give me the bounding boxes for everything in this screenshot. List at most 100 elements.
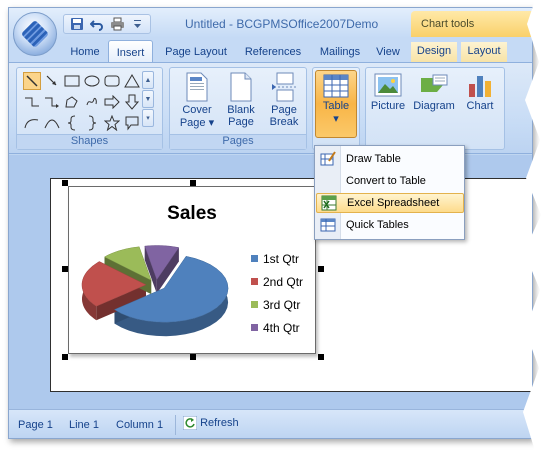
status-page: Page 1 <box>18 419 53 431</box>
gallery-scroll-up-icon[interactable]: ▲ <box>142 71 154 89</box>
elbow-arrow-icon[interactable] <box>43 93 61 111</box>
rounded-rectangle-shape-icon[interactable] <box>103 72 121 90</box>
chart-label: Chart <box>466 100 494 112</box>
tab-home[interactable]: Home <box>65 43 105 62</box>
picture-label: Picture <box>370 100 406 112</box>
table-label: Table <box>322 100 350 112</box>
menu-item-label: Convert to Table <box>346 175 426 187</box>
ribbon-panel: ▲ ▼ ▾ Shapes Cover Page ▾ Blank Page Pag… <box>9 62 532 154</box>
legend-label: 3rd Qtr <box>263 297 301 312</box>
office-logo-icon <box>20 19 50 49</box>
legend-item: 3rd Qtr <box>251 293 303 316</box>
legend-label: 2nd Qtr <box>263 274 304 289</box>
diagram-button[interactable]: Diagram <box>412 72 456 132</box>
excel-spreadsheet-icon <box>317 195 341 211</box>
blank-page-button[interactable]: Blank Page <box>222 72 260 132</box>
menu-item-excel-spreadsheet[interactable]: Excel Spreadsheet <box>316 193 464 213</box>
customize-qat-icon[interactable] <box>128 16 146 32</box>
pages-group-label: Pages <box>170 134 306 149</box>
menu-item-convert-to-table[interactable]: Convert to Table <box>316 171 464 191</box>
resize-handle[interactable] <box>190 180 196 186</box>
chart-legend: 1st Qtr 2nd Qtr 3rd Qtr 4th Qtr <box>251 247 303 339</box>
gallery-scroll-down-icon[interactable]: ▼ <box>142 90 154 108</box>
cover-page-button[interactable]: Cover Page ▾ <box>176 72 218 132</box>
torn-edge-decoration <box>523 0 543 451</box>
picture-button[interactable]: Picture <box>368 72 408 132</box>
refresh-button[interactable]: Refresh <box>182 415 239 431</box>
legend-label: 4th Qtr <box>263 320 300 335</box>
legend-swatch <box>251 324 258 331</box>
cover-page-label-1: Cover <box>182 104 212 116</box>
title-bar: Untitled - BCGPMSOffice2007Demo Chart to… <box>9 8 532 38</box>
table-button[interactable]: Table ▾ <box>315 70 357 138</box>
legend-swatch <box>251 255 258 262</box>
picture-icon <box>374 73 402 97</box>
resize-handle[interactable] <box>62 354 68 360</box>
print-icon[interactable] <box>108 16 126 32</box>
menu-item-quick-tables[interactable]: Quick Tables <box>316 215 464 235</box>
tab-references[interactable]: References <box>240 43 306 62</box>
tab-insert[interactable]: Insert <box>108 40 153 63</box>
tab-page-layout[interactable]: Page Layout <box>161 43 231 62</box>
gallery-more-icon[interactable]: ▾ <box>142 109 154 127</box>
tab-view[interactable]: View <box>373 43 403 62</box>
elbow-connector-icon[interactable] <box>23 93 41 111</box>
arc-shape-icon[interactable] <box>23 114 41 132</box>
undo-icon[interactable] <box>88 16 106 32</box>
blank-page-label-2: Page <box>228 116 254 128</box>
menu-item-label: Quick Tables <box>346 219 409 231</box>
resize-handle[interactable] <box>190 354 196 360</box>
page-break-button[interactable]: Page Break <box>264 72 304 132</box>
tables-group: Table ▾ <box>312 67 360 150</box>
shapes-gallery-scroll: ▲ ▼ ▾ <box>142 71 154 128</box>
arrow-shape-icon[interactable] <box>43 72 61 90</box>
oval-shape-icon[interactable] <box>83 72 101 90</box>
status-column: Column 1 <box>116 419 164 431</box>
legend-swatch <box>251 301 258 308</box>
callout-shape-icon[interactable] <box>123 114 141 132</box>
status-bar: Page 1 Line 1 Column 1 Refresh <box>9 409 532 438</box>
office-button[interactable] <box>13 12 57 56</box>
legend-item: 4th Qtr <box>251 316 303 339</box>
rectangle-shape-icon[interactable] <box>63 72 81 90</box>
status-line: Line 1 <box>69 419 99 431</box>
table-dropdown-icon: ▾ <box>333 113 339 125</box>
status-separator <box>175 415 176 435</box>
tab-mailings[interactable]: Mailings <box>315 43 365 62</box>
freeform-shape-icon[interactable] <box>63 93 81 111</box>
shapes-group: ▲ ▼ ▾ Shapes <box>16 67 163 150</box>
table-icon <box>323 74 349 98</box>
page-break-label-1: Page <box>271 104 297 116</box>
chart-icon <box>469 76 491 97</box>
blank-page-icon <box>230 72 252 102</box>
down-arrow-shape-icon[interactable] <box>123 93 141 111</box>
legend-item: 2nd Qtr <box>251 270 303 293</box>
refresh-label: Refresh <box>200 416 239 429</box>
resize-handle[interactable] <box>318 354 324 360</box>
diagram-icon <box>421 74 448 92</box>
left-brace-shape-icon[interactable] <box>63 114 81 132</box>
table-dropdown-menu: Draw Table Convert to Table Excel Spread… <box>314 145 465 240</box>
resize-handle[interactable] <box>62 266 68 272</box>
embedded-chart[interactable]: Sales 1st Qtr 2nd Qtr 3rd Qtr 4th Qtr <box>68 186 316 354</box>
save-icon[interactable] <box>68 16 86 32</box>
line-shape-icon[interactable] <box>23 72 41 90</box>
triangle-shape-icon[interactable] <box>123 72 141 90</box>
tab-layout[interactable]: Layout <box>461 42 507 62</box>
legend-item: 1st Qtr <box>251 247 303 270</box>
window-title: Untitled - BCGPMSOffice2007Demo <box>185 17 379 31</box>
star-shape-icon[interactable] <box>103 114 121 132</box>
tab-design[interactable]: Design <box>411 42 457 62</box>
right-arrow-shape-icon[interactable] <box>103 93 121 111</box>
legend-label: 1st Qtr <box>263 251 300 266</box>
quick-tables-icon <box>316 217 340 233</box>
cover-page-label-2: Page ▾ <box>179 117 215 129</box>
curve-shape-icon[interactable] <box>43 114 61 132</box>
illustrations-group: Picture Diagram Chart <box>365 67 505 150</box>
resize-handle[interactable] <box>318 266 324 272</box>
chart-button[interactable]: Chart <box>460 72 500 132</box>
right-brace-shape-icon[interactable] <box>83 114 101 132</box>
resize-handle[interactable] <box>62 180 68 186</box>
scribble-shape-icon[interactable] <box>83 93 101 111</box>
menu-item-draw-table[interactable]: Draw Table <box>316 149 464 169</box>
